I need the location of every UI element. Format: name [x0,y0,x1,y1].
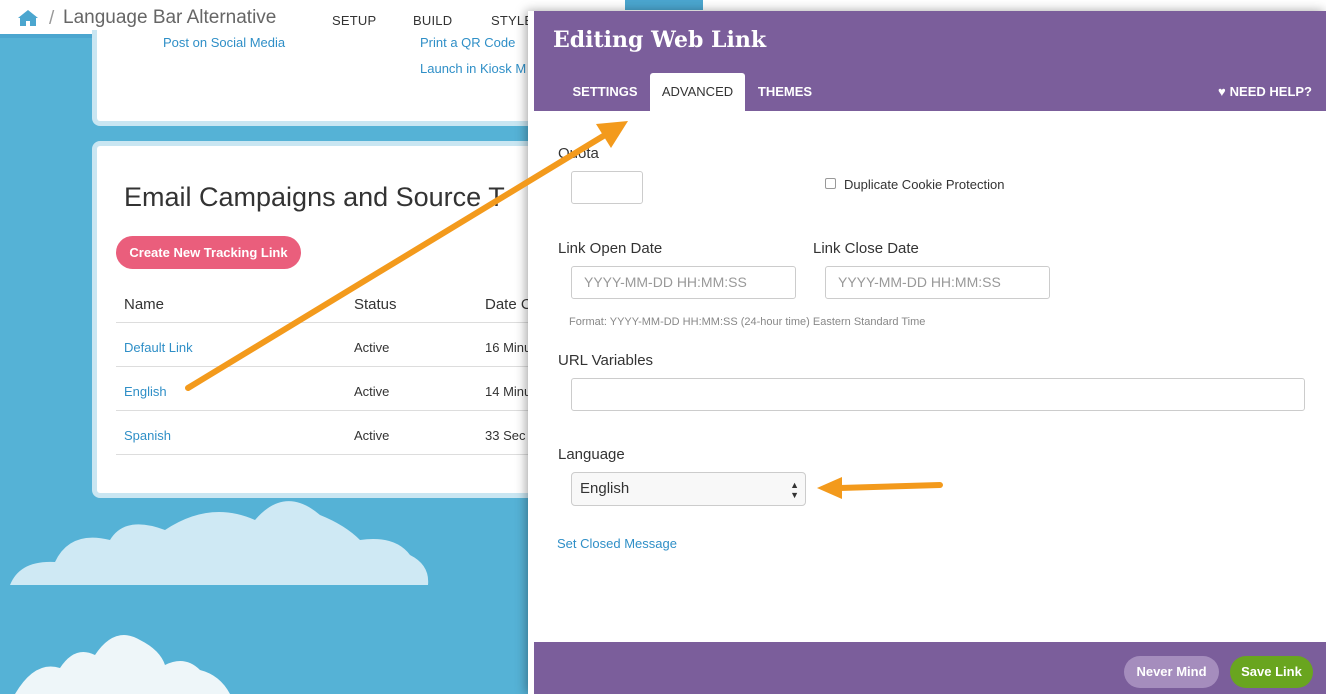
date-format-hint: Format: YYYY-MM-DD HH:MM:SS (24-hour tim… [569,316,926,328]
column-header-date[interactable]: Date C [485,296,532,313]
table-divider [116,454,556,455]
create-tracking-link-button[interactable]: Create New Tracking Link [116,236,301,269]
table-divider [116,322,556,323]
close-date-label: Link Close Date [813,240,919,257]
modal-header: Editing Web Link SETTINGS ADVANCED THEME… [534,11,1326,111]
nav-active-tab-indicator [625,0,703,10]
print-qr-code-link[interactable]: Print a QR Code [420,35,515,50]
table-row-status: Active [354,340,390,355]
table-row-status: Active [354,428,390,443]
tab-advanced[interactable]: ADVANCED [650,73,745,111]
project-title: Language Bar Alternative [63,7,277,28]
quota-label: Quota [558,145,599,162]
table-divider [116,410,556,411]
mountain-illustration [15,635,230,694]
open-date-label: Link Open Date [558,240,663,257]
close-date-input[interactable]: YYYY-MM-DD HH:MM:SS [825,266,1050,299]
column-header-status[interactable]: Status [354,296,397,313]
cloud-illustration [10,501,429,585]
need-help-label: NEED HELP? [1229,84,1312,99]
select-arrows-icon: ▲ ▼ [790,480,799,500]
edit-web-link-modal: Editing Web Link SETTINGS ADVANCED THEME… [528,11,1326,694]
table-row-date: 16 Minu [485,340,532,355]
nav-build[interactable]: BUILD [413,13,452,28]
launch-kiosk-link[interactable]: Launch in Kiosk M [420,61,526,76]
table-row-date: 14 Minu [485,384,532,399]
open-date-input[interactable]: YYYY-MM-DD HH:MM:SS [571,266,796,299]
table-row-date: 33 Sec [485,428,526,443]
url-variables-input[interactable] [571,378,1305,411]
share-options-card: Post on Social Media Print a QR Code Lau… [92,30,562,126]
home-icon[interactable] [17,8,39,28]
table-row-name-link[interactable]: Default Link [124,340,193,355]
nav-setup[interactable]: SETUP [332,13,376,28]
language-label: Language [558,446,625,463]
duplicate-cookie-label[interactable]: Duplicate Cookie Protection [844,177,1004,192]
breadcrumb-separator: / [49,8,55,29]
modal-title: Editing Web Link [553,27,767,53]
table-row-status: Active [354,384,390,399]
table-row-name-link[interactable]: Spanish [124,428,171,443]
save-link-button[interactable]: Save Link [1230,656,1313,688]
set-closed-message-link[interactable]: Set Closed Message [557,536,677,551]
duplicate-cookie-checkbox[interactable] [825,178,836,189]
language-selected-value: English [580,480,630,497]
table-divider [116,366,556,367]
quota-input[interactable] [571,171,643,204]
section-title: Email Campaigns and Source T [124,182,505,212]
modal-left-border [528,11,534,694]
email-campaigns-card: Email Campaigns and Source T Create New … [92,141,562,498]
never-mind-button[interactable]: Never Mind [1124,656,1219,688]
need-help-link[interactable]: ♥ NEED HELP? [1218,84,1312,99]
nav-style[interactable]: STYLE [491,13,533,28]
post-social-media-link[interactable]: Post on Social Media [163,35,285,50]
modal-footer: Never Mind Save Link [534,642,1326,694]
heart-icon: ♥ [1217,84,1226,99]
table-row-name-link[interactable]: English [124,384,167,399]
tab-themes[interactable]: THEMES [748,73,822,111]
column-header-name[interactable]: Name [124,296,164,313]
tab-settings[interactable]: SETTINGS [562,73,648,111]
url-variables-label: URL Variables [558,352,654,369]
language-select[interactable]: English ▲ ▼ [571,472,806,506]
